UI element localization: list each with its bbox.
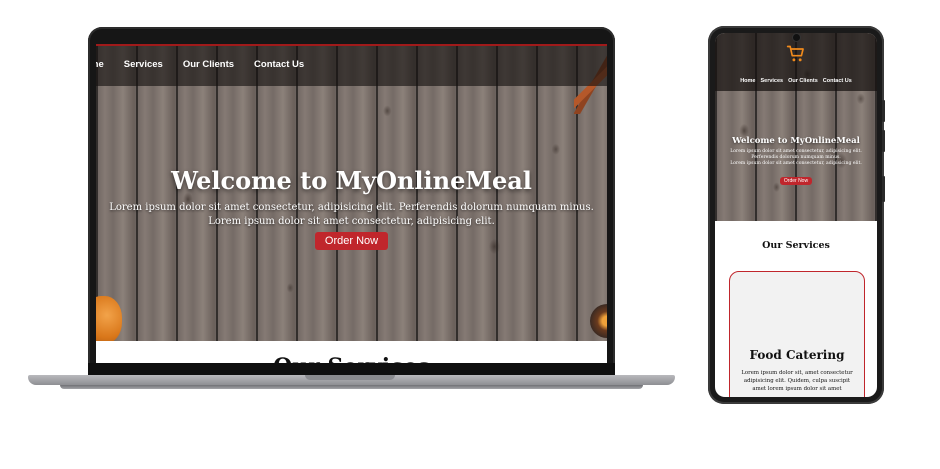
phone-screen: Welcome to MyOnlineMeal Lorem ipsum dolo… <box>715 33 877 397</box>
service-card-title: Food Catering <box>749 348 845 362</box>
nav-link-contact-us[interactable]: Contact Us <box>254 59 304 70</box>
phone-power-button <box>882 176 885 202</box>
service-card-line-2: adipisicing elit. Quidem, culpa suscipit <box>743 378 851 384</box>
laptop-bezel-bottom <box>88 363 615 375</box>
laptop-trackpad-notch <box>305 375 395 380</box>
phone-order-now-button[interactable]: Order Now <box>779 177 813 185</box>
laptop-screen: Welcome to MyOnlineMeal Lorem ipsum dolo… <box>96 44 607 366</box>
hero-description-line-1: Lorem ipsum dolor sit amet consectetur, … <box>109 202 594 213</box>
phone-services-title: Our Services <box>762 240 830 251</box>
phone-nav-link-services[interactable]: Services <box>760 78 783 84</box>
hero-content: Welcome to MyOnlineMeal Lorem ipsum dolo… <box>96 166 607 250</box>
nav-link-services[interactable]: Services <box>124 59 163 70</box>
phone-volume-down-button <box>882 130 885 152</box>
phone-navbar: Home Services Our Clients Contact Us <box>715 33 877 91</box>
service-card-line-3: amet lorem ipsum dolor sit amet <box>752 386 842 392</box>
laptop-base-shadow <box>60 385 643 389</box>
phone-hero-line-1: Lorem ipsum dolor sit amet consectetur, … <box>730 149 862 154</box>
order-now-button[interactable]: Order Now <box>314 232 389 250</box>
phone-nav-link-our-clients[interactable]: Our Clients <box>788 78 818 84</box>
nav-link-home[interactable]: me <box>96 59 104 70</box>
hero-heading: Welcome to MyOnlineMeal <box>171 166 532 195</box>
phone-hero-line-3: Lorem ipsum dolor sit amet consectetur, … <box>730 161 862 166</box>
top-accent-bar <box>96 44 607 46</box>
phone-volume-up-button <box>882 100 885 122</box>
phone-hero-heading: Welcome to MyOnlineMeal <box>732 136 860 146</box>
service-card-food-catering[interactable]: Food Catering Lorem ipsum dolor sit, ame… <box>729 271 865 397</box>
service-card-line-1: Lorem ipsum dolor sit, amet consectetur <box>741 370 853 376</box>
nav-link-our-clients[interactable]: Our Clients <box>183 59 234 70</box>
phone-hero-description: Lorem ipsum dolor sit amet consectetur, … <box>723 149 869 167</box>
hero-section: Welcome to MyOnlineMeal Lorem ipsum dolo… <box>96 46 607 341</box>
phone-hero-line-2: Perferendis dolorum numquam minus. <box>751 155 841 160</box>
phone-nav-link-contact-us[interactable]: Contact Us <box>823 78 852 84</box>
service-card-description: Lorem ipsum dolor sit, amet consectetur … <box>738 369 856 393</box>
hero-description: Lorem ipsum dolor sit amet consectetur, … <box>96 201 607 229</box>
navbar: me Services Our Clients Contact Us <box>96 46 607 86</box>
phone-nav-link-home[interactable]: Home <box>740 78 755 84</box>
hero-description-line-2: Lorem ipsum dolor sit amet consectetur, … <box>208 216 495 227</box>
phone-hero-content: Welcome to MyOnlineMeal Lorem ipsum dolo… <box>715 136 877 186</box>
phone-front-camera <box>793 34 800 41</box>
shopping-cart-icon[interactable] <box>786 44 806 64</box>
